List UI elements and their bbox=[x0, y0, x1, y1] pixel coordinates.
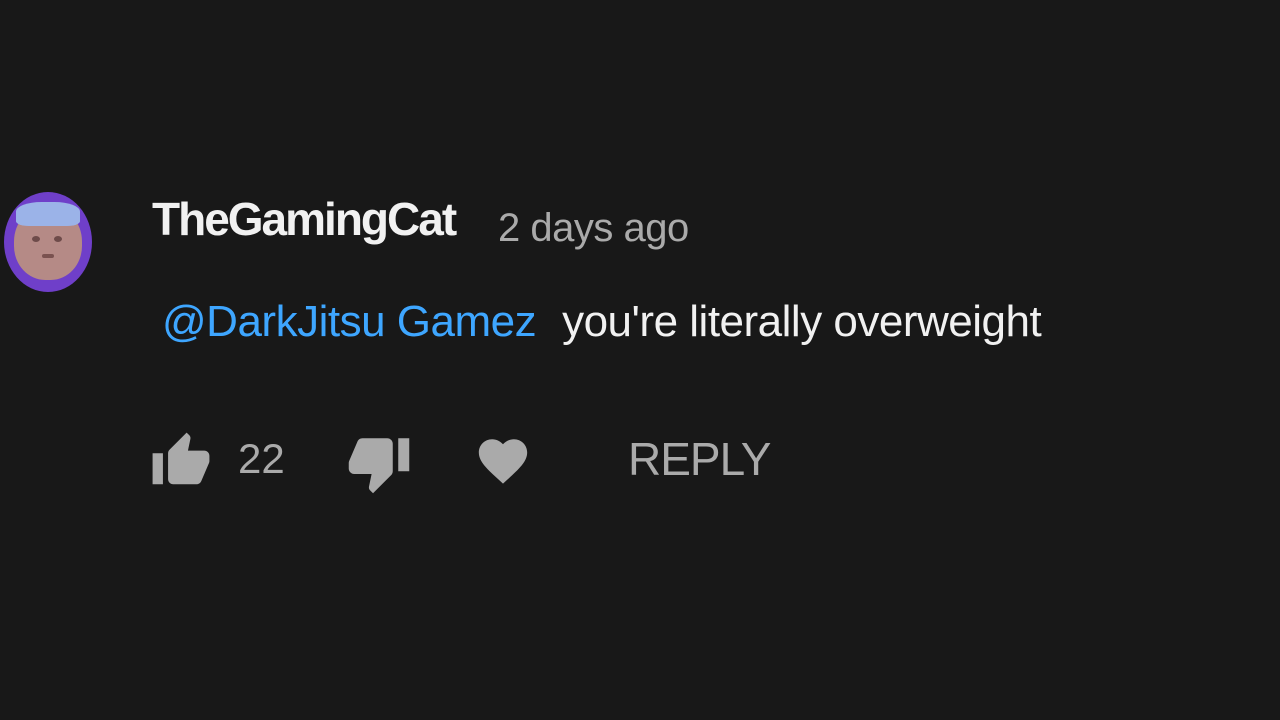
thumbs-down-icon bbox=[348, 438, 410, 494]
like-button[interactable] bbox=[150, 430, 212, 492]
like-count: 22 bbox=[238, 435, 285, 482]
avatar-hair bbox=[16, 202, 80, 226]
avatar-eye-left bbox=[32, 236, 40, 242]
comment-author[interactable]: TheGamingCat bbox=[152, 196, 457, 242]
comment-thread: TheGamingCat 2 days ago @DarkJitsu Gamez… bbox=[0, 0, 1280, 720]
heart-icon bbox=[478, 439, 528, 484]
comment-text: you're literally overweight bbox=[562, 297, 1042, 346]
dislike-button[interactable] bbox=[346, 430, 412, 496]
avatar-eye-right bbox=[54, 236, 62, 242]
reply-button[interactable]: REPLY bbox=[628, 436, 771, 482]
mention-link[interactable]: @DarkJitsu Gamez bbox=[162, 297, 537, 346]
comment-timestamp[interactable]: 2 days ago bbox=[498, 208, 689, 248]
comment-body: @DarkJitsu Gamez you're literally overwei… bbox=[162, 297, 1042, 346]
avatar[interactable] bbox=[4, 192, 92, 292]
heart-button[interactable] bbox=[474, 432, 532, 490]
avatar-mouth bbox=[42, 254, 54, 258]
thumbs-up-icon bbox=[152, 432, 210, 485]
